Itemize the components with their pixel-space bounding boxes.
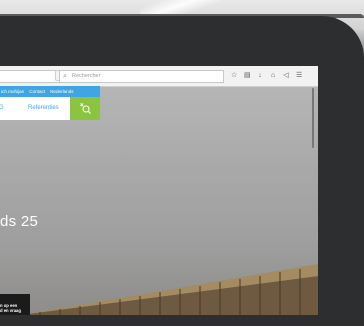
pocket-icon[interactable]: ◁ [283,70,289,81]
menu-item[interactable]: G [0,97,4,120]
search-input[interactable]: ⌕ Rechercher [59,70,224,83]
home-icon[interactable]: ⌂ [270,70,276,81]
menu-item-referenties[interactable]: Referenties [28,97,59,120]
wooden-slats-image [20,264,318,315]
site-topbar: ich mohijan Contact Nederlands [0,86,100,97]
tablet-screen: 90 % ↻ ⌕ Rechercher ☆ ▤ ↓ ⌂ ◁ ☰ ich mohi… [0,66,318,315]
hero-heading: ds 25 [0,213,39,230]
topbar-link[interactable]: ich mohijan [1,86,24,97]
topbar-link-contact[interactable]: Contact [29,86,45,97]
clipboard-icon[interactable]: ▤ [244,70,251,81]
search-placeholder: Rechercher [72,73,101,79]
download-icon[interactable]: ↓ [257,70,263,81]
contact-callout[interactable]: n op een d en vraag [0,294,30,315]
topbar-link-language[interactable]: Nederlands [50,86,74,97]
menu-icon[interactable]: ☰ [296,70,302,81]
browser-tools: ☆ ▤ ↓ ⌂ ◁ ☰ [231,70,302,81]
star-icon[interactable]: ☆ [231,70,237,81]
browser-toolbar: 90 % ↻ ⌕ Rechercher ☆ ▤ ↓ ⌂ ◁ ☰ [0,66,318,87]
callout-line-2: d en vraag [0,308,21,313]
site-search-button[interactable] [70,97,100,120]
page-scrollbar[interactable] [312,88,314,148]
search-icon: ⌕ [63,73,67,80]
search-icon [80,103,91,114]
